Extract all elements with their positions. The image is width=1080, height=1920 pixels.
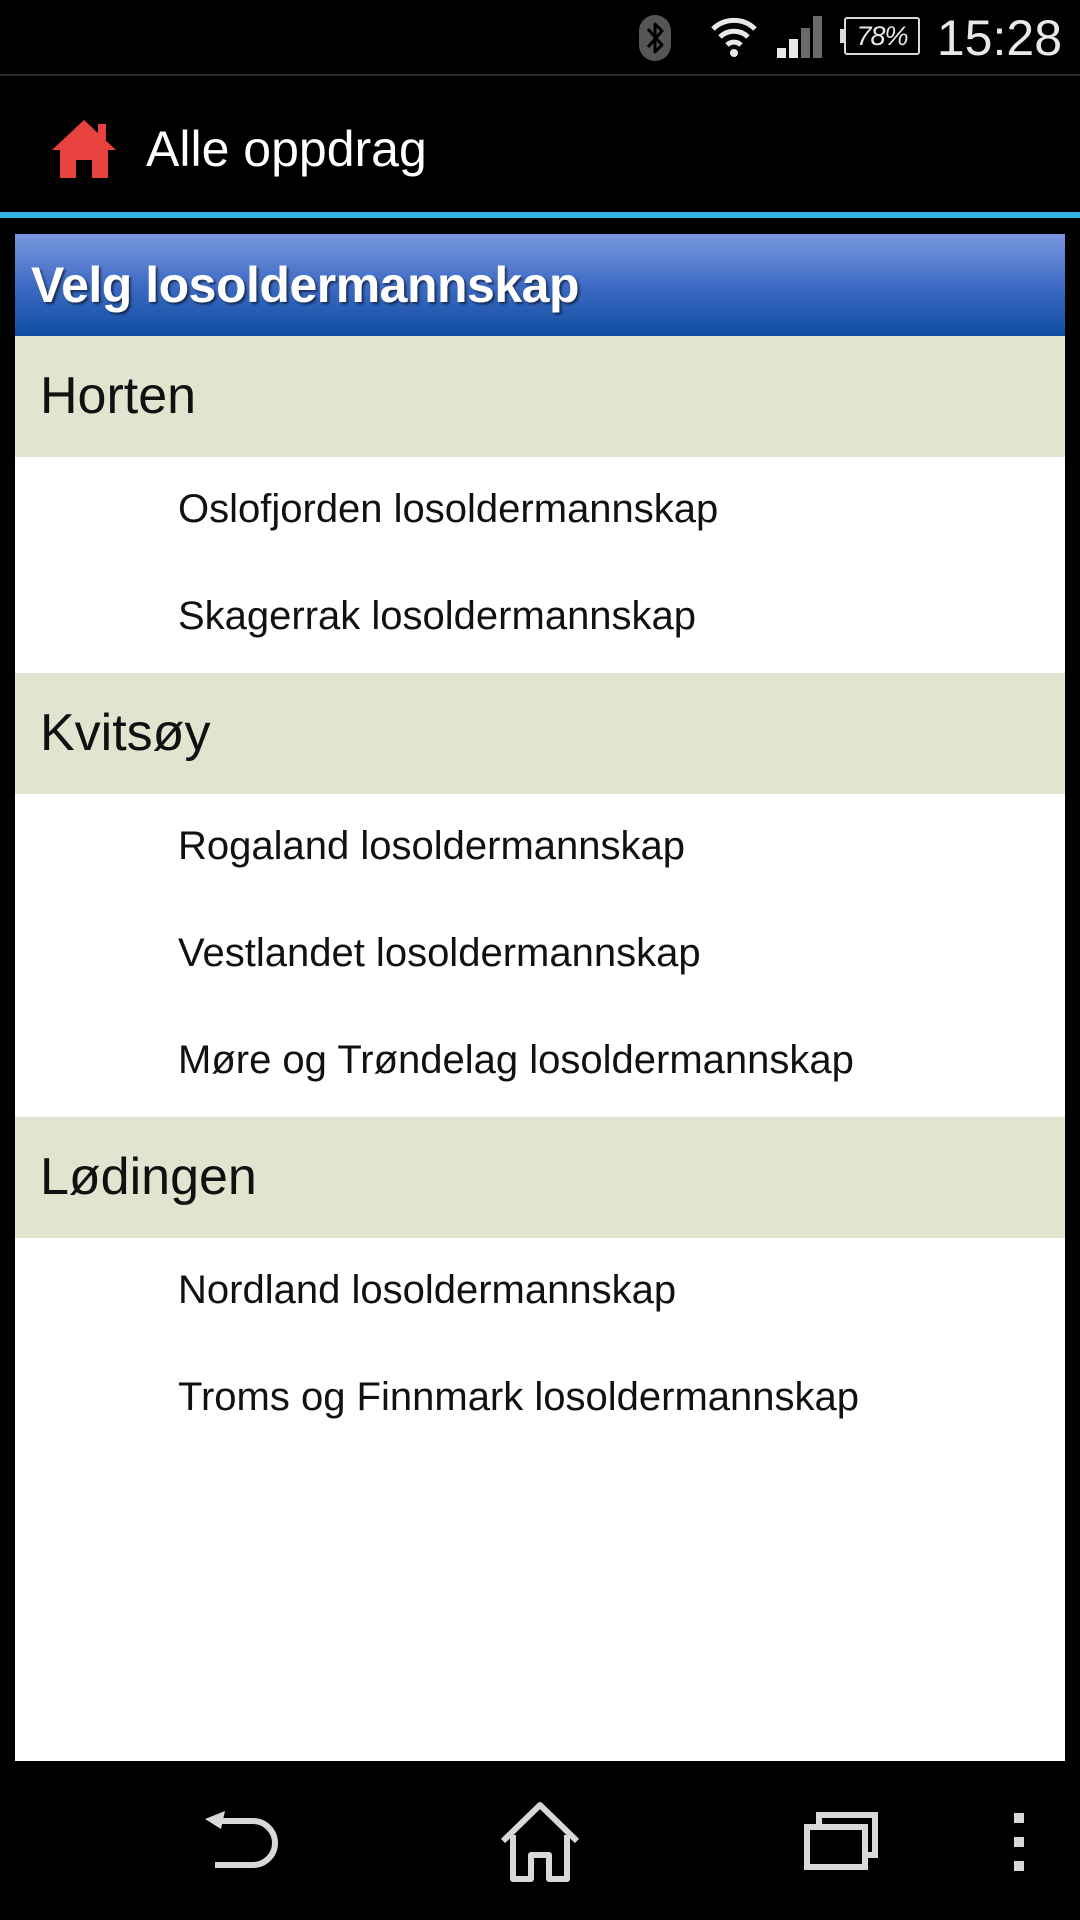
- list-item[interactable]: Møre og Trøndelag losoldermannskap: [15, 1008, 1065, 1115]
- group-label: Horten: [40, 367, 197, 425]
- group-header-horten: Horten: [15, 336, 1065, 457]
- list-item-label: Rogaland losoldermannskap: [178, 824, 685, 868]
- wifi-icon: [710, 12, 758, 65]
- overflow-menu-icon[interactable]: [1000, 1791, 1040, 1891]
- list-item[interactable]: Troms og Finnmark losoldermannskap: [15, 1345, 1065, 1452]
- list-item[interactable]: Rogaland losoldermannskap: [15, 794, 1065, 901]
- list-item[interactable]: Skagerrak losoldermannskap: [15, 564, 1065, 671]
- battery-icon: 78%: [840, 17, 922, 57]
- back-icon[interactable]: [185, 1791, 295, 1891]
- list-item-label: Skagerrak losoldermannskap: [178, 594, 697, 638]
- page-title: Alle oppdrag: [146, 121, 427, 177]
- list-item-label: Oslofjorden losoldermannskap: [178, 487, 719, 531]
- signal-icon: [775, 14, 825, 65]
- list-item[interactable]: Vestlandet losoldermannskap: [15, 901, 1065, 1008]
- battery-level: 78%: [856, 21, 908, 51]
- group-label: Kvitsøy: [40, 704, 211, 762]
- list-item-label: Nordland losoldermannskap: [178, 1268, 677, 1312]
- group-header-kvitsoy: Kvitsøy: [15, 673, 1065, 794]
- status-bar: 78% 15:28: [0, 0, 1080, 76]
- home-icon[interactable]: [485, 1791, 595, 1891]
- group-header-lodingen: Lødingen: [15, 1117, 1065, 1238]
- navigation-bar: [0, 1761, 1080, 1920]
- list-item[interactable]: Nordland losoldermannskap: [15, 1238, 1065, 1345]
- bluetooth-icon: [638, 14, 672, 67]
- panel-title: Velg losoldermannskap: [31, 257, 580, 313]
- list-item-label: Møre og Trøndelag losoldermannskap: [178, 1038, 854, 1082]
- list-item[interactable]: Oslofjorden losoldermannskap: [15, 457, 1065, 564]
- group-label: Lødingen: [40, 1148, 257, 1206]
- recent-apps-icon[interactable]: [785, 1791, 895, 1891]
- clock: 15:28: [936, 10, 1062, 66]
- list-item-label: Troms og Finnmark losoldermannskap: [178, 1375, 859, 1419]
- panel-header: Velg losoldermannskap: [15, 234, 1065, 336]
- list-item-label: Vestlandet losoldermannskap: [178, 931, 701, 975]
- list-panel: Velg losoldermannskap Horten Oslofjorden…: [15, 234, 1065, 1761]
- action-bar-divider: [0, 212, 1080, 218]
- home-icon[interactable]: [50, 118, 118, 180]
- action-bar: Alle oppdrag: [0, 78, 1080, 212]
